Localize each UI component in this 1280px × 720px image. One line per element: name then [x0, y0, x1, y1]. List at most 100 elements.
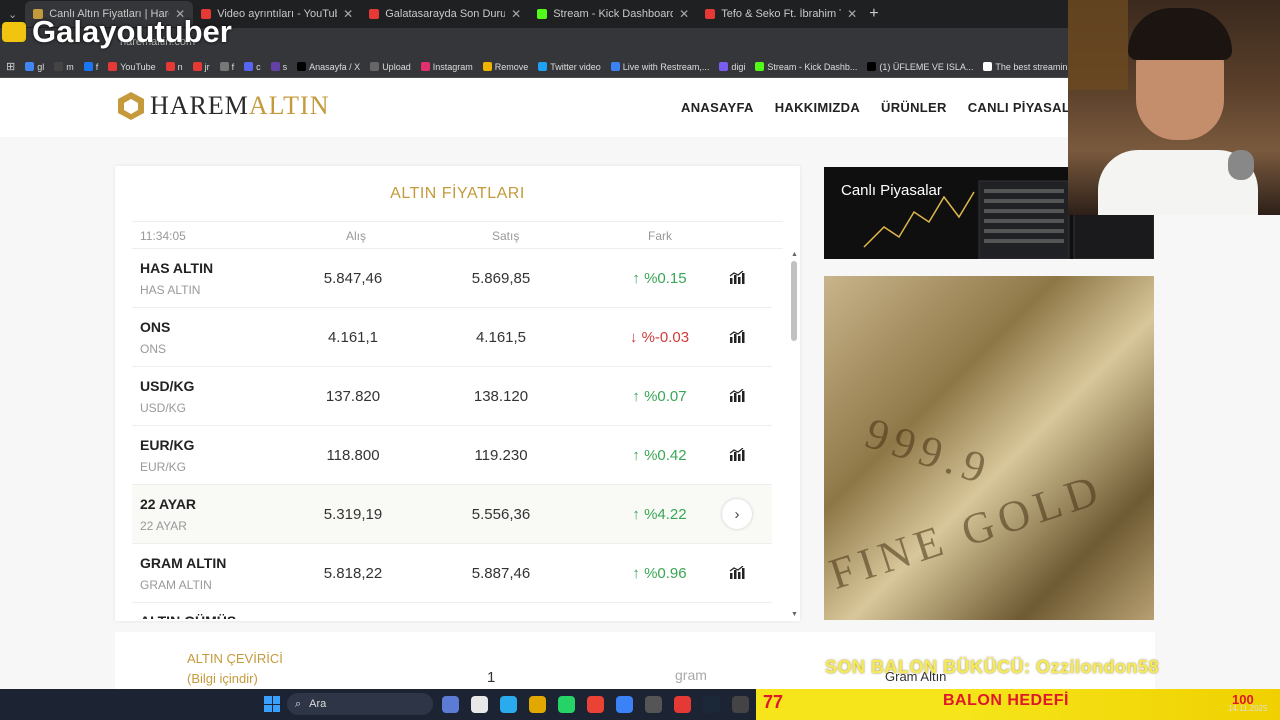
- bookmark-item[interactable]: YouTube: [108, 62, 156, 72]
- change-arrow-icon: ↓: [629, 329, 642, 346]
- price-row[interactable]: USD/KG USD/KG 137.820 138.120 ↑ %0.07: [132, 367, 772, 426]
- row-sell-price: 5.887,46: [471, 565, 531, 582]
- store-icon[interactable]: [471, 696, 488, 713]
- new-tab-button[interactable]: +: [869, 5, 878, 23]
- nav-urunler[interactable]: ÜRÜNLER: [881, 100, 947, 115]
- bookmark-item[interactable]: Twitter video: [538, 62, 601, 72]
- tab-close-icon[interactable]: ✕: [511, 7, 521, 21]
- bookmark-item[interactable]: digi: [719, 62, 745, 72]
- browser-tab[interactable]: Galatasarayda Son Durumlar - Y ✕: [361, 1, 529, 27]
- nav-anasayfa[interactable]: ANASAYFA: [681, 100, 754, 115]
- row-chart-icon[interactable]: [722, 381, 752, 411]
- telegram-icon[interactable]: [500, 696, 517, 713]
- change-arrow-icon: ↑: [632, 270, 645, 287]
- row-change: ↑ %0.42: [632, 447, 687, 464]
- prices-scrollbar[interactable]: ▲ ▼: [789, 251, 799, 621]
- taskbar-search[interactable]: ⌕ Ara: [287, 693, 433, 715]
- microphone: [1228, 150, 1254, 180]
- bookmark-item[interactable]: f: [219, 62, 234, 72]
- obs-icon[interactable]: [732, 696, 749, 713]
- edge-icon[interactable]: [616, 696, 633, 713]
- balloon-count: 77: [763, 692, 784, 712]
- stack-icon[interactable]: [529, 696, 546, 713]
- bookmark-icon: [25, 62, 35, 71]
- price-row[interactable]: GRAM ALTIN GRAM ALTIN 5.818,22 5.887,46 ↑ %0…: [132, 544, 772, 603]
- capcut-icon[interactable]: [645, 696, 662, 713]
- converter-amount-input[interactable]: 1: [487, 669, 495, 686]
- bookmark-item[interactable]: The best streamin: [983, 62, 1067, 72]
- tab-close-icon[interactable]: ✕: [847, 7, 857, 21]
- scroll-thumb[interactable]: [791, 261, 797, 341]
- bookmark-icon: [610, 62, 620, 71]
- search-icon: ⌕: [295, 697, 302, 710]
- whatsapp-icon[interactable]: [558, 696, 575, 713]
- bookmark-label: Instagram: [432, 61, 473, 72]
- row-chart-icon[interactable]: [722, 558, 752, 588]
- browser-tab[interactable]: Tefo & Seko Ft. İbrahim Tatlıses ✕: [697, 1, 865, 27]
- row-subtitle: 22 AYAR: [140, 519, 187, 533]
- bookmark-label: f: [95, 61, 99, 72]
- row-name: 22 AYAR: [140, 496, 197, 512]
- row-chart-icon[interactable]: [722, 263, 752, 293]
- bookmark-item[interactable]: Live with Restream,...: [610, 61, 710, 72]
- price-row[interactable]: HAS ALTIN HAS ALTIN 5.847,46 5.869,85 ↑ %0.1…: [132, 249, 772, 308]
- bookmark-item[interactable]: Remove: [482, 62, 528, 72]
- bookmark-item[interactable]: s: [270, 62, 287, 72]
- bookmark-item[interactable]: f: [83, 61, 99, 72]
- row-sell-price: 5.556,36: [471, 506, 531, 523]
- bookmark-item[interactable]: n: [165, 62, 183, 72]
- bookmark-item[interactable]: m: [54, 62, 74, 72]
- copilot-icon[interactable]: [442, 696, 459, 713]
- bookmark-label: (1) ÜFLEME VE ISLA...: [879, 61, 974, 72]
- chrome-icon[interactable]: [587, 696, 604, 713]
- steam-icon[interactable]: [703, 696, 720, 713]
- price-rows[interactable]: HAS ALTIN HAS ALTIN 5.847,46 5.869,85 ↑ %0.1…: [132, 249, 788, 619]
- row-change: ↑ %0.07: [632, 388, 687, 405]
- price-row[interactable]: 22 AYAR 22 AYAR 5.319,19 5.556,36 ↑ %4.22 ›: [132, 485, 772, 544]
- bookmark-item[interactable]: Stream - Kick Dashb...: [755, 62, 857, 72]
- bookmark-label: Upload: [382, 61, 411, 72]
- bookmark-item[interactable]: Anasayfa / X: [297, 62, 360, 72]
- tab-close-icon[interactable]: ✕: [343, 7, 353, 21]
- bookmark-label: Live with Restream,...: [622, 61, 710, 72]
- row-buy-price: 118.800: [326, 447, 380, 464]
- start-button-icon[interactable]: [264, 696, 280, 712]
- bookmark-label: c: [256, 61, 261, 72]
- price-row-partial[interactable]: ALTIN GÜMÜŞ: [132, 603, 788, 619]
- row-buy-price: 4.161,1: [327, 329, 379, 346]
- bookmark-icon: [719, 62, 729, 71]
- bookmark-item[interactable]: Upload: [370, 62, 411, 72]
- bookmark-item[interactable]: c: [244, 62, 261, 72]
- row-chart-icon[interactable]: [722, 440, 752, 470]
- bookmark-item[interactable]: gl: [25, 62, 44, 72]
- nav-hakkimizda[interactable]: HAKKIMIZDA: [775, 100, 860, 115]
- row-change: ↑ %0.96: [632, 565, 687, 582]
- gold-prices-panel: ALTIN FİYATLARI 11:34:05 Alış Satış Fark…: [115, 166, 800, 621]
- browser-tab[interactable]: Stream - Kick Dashboard ✕: [529, 1, 697, 27]
- bookmark-item[interactable]: Instagram: [420, 61, 473, 72]
- bookmark-icon: [482, 62, 492, 71]
- row-buy-price: 137.820: [325, 388, 381, 405]
- app-icon[interactable]: [674, 696, 691, 713]
- bookmark-item[interactable]: (1) ÜFLEME VE ISLA...: [867, 62, 973, 72]
- bookmark-icon: [270, 62, 280, 71]
- row-name: EUR/KG: [140, 437, 195, 453]
- system-date: 14.11.2025: [1228, 704, 1268, 713]
- bookmark-icon: [755, 62, 765, 71]
- scroll-down-icon[interactable]: ▼: [791, 611, 798, 618]
- apps-grid-icon[interactable]: ⊞: [6, 60, 15, 73]
- harem-altin-logo[interactable]: HAREMALTIN: [116, 91, 330, 121]
- tab-label: Stream - Kick Dashboard: [553, 8, 674, 20]
- scroll-up-icon[interactable]: ▲: [791, 251, 798, 258]
- price-row[interactable]: EUR/KG EUR/KG 118.800 119.230 ↑ %0.42: [132, 426, 772, 485]
- watermark-text: Galayoutuber: [32, 14, 232, 49]
- row-subtitle: GRAM ALTIN: [140, 578, 212, 592]
- row-change: ↑ %4.22: [632, 506, 687, 523]
- price-row[interactable]: ONS ONS 4.161,1 4.161,5 ↓ %-0.03: [132, 308, 772, 367]
- row-detail-chevron-icon[interactable]: ›: [722, 499, 752, 529]
- row-sell-price: 5.869,85: [471, 270, 531, 287]
- live-markets-title: Canlı Piyasalar: [841, 182, 942, 199]
- tab-close-icon[interactable]: ✕: [679, 7, 689, 21]
- row-chart-icon[interactable]: [722, 322, 752, 352]
- bookmark-item[interactable]: jr: [192, 62, 210, 72]
